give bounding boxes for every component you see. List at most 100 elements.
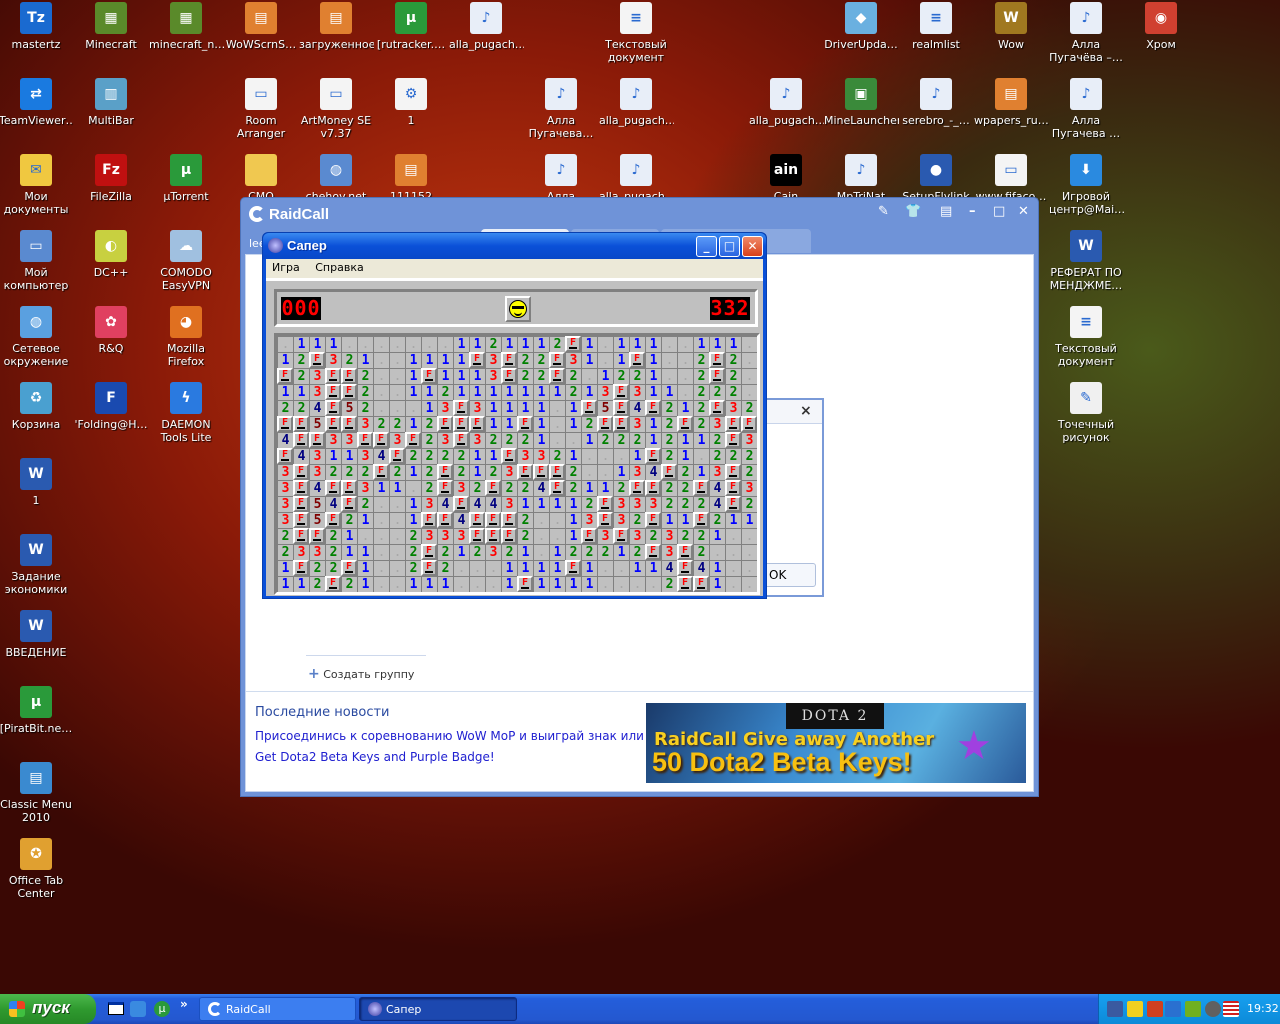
mine-cell[interactable]: 1: [581, 480, 597, 496]
flagged-cell[interactable]: F: [597, 512, 613, 528]
mine-cell[interactable]: 2: [565, 480, 581, 496]
mine-cell[interactable]: 2: [389, 416, 405, 432]
flagged-cell[interactable]: F: [453, 432, 469, 448]
mine-cell[interactable]: 2: [677, 480, 693, 496]
mine-cell[interactable]: 1: [501, 560, 517, 576]
mine-cell[interactable]: 1: [629, 448, 645, 464]
mine-cell[interactable]: 1: [469, 336, 485, 352]
mine-cell[interactable]: 1: [453, 368, 469, 384]
mine-cell[interactable]: 2: [709, 448, 725, 464]
mine-cell[interactable]: 3: [293, 544, 309, 560]
desktop-icon[interactable]: ●SetupFlylink: [898, 152, 974, 203]
mine-cell[interactable]: 1: [469, 448, 485, 464]
mine-cell[interactable]: 3: [357, 480, 373, 496]
mine-cell[interactable]: 2: [341, 576, 357, 592]
mine-cell[interactable]: 1: [357, 512, 373, 528]
mine-cell[interactable]: 3: [741, 480, 757, 496]
mine-cell[interactable]: 2: [421, 432, 437, 448]
mine-cell[interactable]: 2: [533, 368, 549, 384]
mine-cell[interactable]: 2: [661, 432, 677, 448]
flagged-cell[interactable]: F: [501, 352, 517, 368]
mine-cell[interactable]: 3: [581, 512, 597, 528]
flagged-cell[interactable]: F: [437, 512, 453, 528]
mine-cell[interactable]: 3: [325, 432, 341, 448]
mine-cell[interactable]: .: [469, 560, 485, 576]
mine-cell[interactable]: 1: [613, 352, 629, 368]
mine-cell[interactable]: .: [357, 528, 373, 544]
flagged-cell[interactable]: F: [645, 544, 661, 560]
mine-cell[interactable]: 2: [741, 464, 757, 480]
mine-cell[interactable]: .: [565, 432, 581, 448]
flagged-cell[interactable]: F: [453, 400, 469, 416]
flagged-cell[interactable]: F: [341, 384, 357, 400]
mine-cell[interactable]: 1: [533, 560, 549, 576]
mine-cell[interactable]: 1: [645, 416, 661, 432]
mine-cell[interactable]: 1: [405, 368, 421, 384]
flagged-cell[interactable]: F: [341, 368, 357, 384]
flagged-cell[interactable]: F: [469, 416, 485, 432]
flagged-cell[interactable]: F: [693, 512, 709, 528]
mine-cell[interactable]: 2: [309, 560, 325, 576]
flagged-cell[interactable]: F: [293, 496, 309, 512]
mine-cell[interactable]: .: [741, 352, 757, 368]
flagged-cell[interactable]: F: [693, 576, 709, 592]
flagged-cell[interactable]: F: [565, 336, 581, 352]
dialog-close-button[interactable]: ×: [800, 403, 812, 419]
desktop-icon[interactable]: ♪ Алла Пугачёва –…: [1048, 0, 1124, 64]
flagged-cell[interactable]: F: [725, 480, 741, 496]
flagged-cell[interactable]: F: [421, 368, 437, 384]
flagged-cell[interactable]: F: [341, 416, 357, 432]
desktop-icon[interactable]: ▤ wpapers_ru…: [973, 76, 1049, 127]
flagged-cell[interactable]: F: [501, 368, 517, 384]
desktop-icon[interactable]: Tz mastertz: [0, 0, 74, 51]
mine-cell[interactable]: 2: [453, 448, 469, 464]
mine-cell[interactable]: 2: [645, 528, 661, 544]
flagged-cell[interactable]: F: [405, 432, 421, 448]
desktop-icon[interactable]: W ВВЕДЕНИЕ: [0, 608, 74, 659]
mine-cell[interactable]: 4: [693, 560, 709, 576]
mine-cell[interactable]: 2: [437, 384, 453, 400]
mine-cell[interactable]: 2: [565, 544, 581, 560]
mine-cell[interactable]: 2: [357, 400, 373, 416]
mine-cell[interactable]: .: [677, 368, 693, 384]
flagged-cell[interactable]: F: [437, 464, 453, 480]
mine-cell[interactable]: 3: [469, 432, 485, 448]
mine-cell[interactable]: 1: [629, 336, 645, 352]
mine-cell[interactable]: .: [533, 544, 549, 560]
mine-cell[interactable]: 2: [629, 544, 645, 560]
mine-cell[interactable]: .: [357, 336, 373, 352]
flagged-cell[interactable]: F: [469, 352, 485, 368]
mine-cell[interactable]: 2: [549, 336, 565, 352]
mine-cell[interactable]: 3: [597, 384, 613, 400]
mine-cell[interactable]: 2: [485, 432, 501, 448]
mine-cell[interactable]: 2: [325, 560, 341, 576]
mine-cell[interactable]: 1: [421, 400, 437, 416]
mine-cell[interactable]: .: [677, 384, 693, 400]
desktop-icon[interactable]: W Wow: [973, 0, 1049, 51]
mine-cell[interactable]: .: [725, 576, 741, 592]
mine-cell[interactable]: 4: [709, 480, 725, 496]
mine-cell[interactable]: 1: [517, 336, 533, 352]
menu-help[interactable]: Справка: [315, 261, 363, 274]
mine-cell[interactable]: 3: [437, 432, 453, 448]
mine-cell[interactable]: .: [405, 400, 421, 416]
mine-cell[interactable]: 1: [549, 496, 565, 512]
mine-cell[interactable]: 2: [469, 544, 485, 560]
mine-cell[interactable]: 1: [693, 432, 709, 448]
mine-cell[interactable]: 3: [517, 448, 533, 464]
mine-cell[interactable]: 1: [677, 400, 693, 416]
mine-cell[interactable]: .: [549, 528, 565, 544]
mine-cell[interactable]: 1: [709, 336, 725, 352]
mine-cell[interactable]: 2: [677, 464, 693, 480]
flagged-cell[interactable]: F: [613, 528, 629, 544]
mine-cell[interactable]: 1: [501, 336, 517, 352]
mine-cell[interactable]: .: [389, 496, 405, 512]
flagged-cell[interactable]: F: [677, 560, 693, 576]
mine-cell[interactable]: 1: [341, 528, 357, 544]
desktop-icon[interactable]: ♪Алла: [523, 152, 599, 203]
mine-cell[interactable]: 1: [469, 464, 485, 480]
desktop-icon[interactable]: ▦ minecraft_n…: [148, 0, 224, 51]
mine-cell[interactable]: .: [389, 384, 405, 400]
mine-cell[interactable]: 1: [357, 560, 373, 576]
mine-cell[interactable]: 1: [517, 544, 533, 560]
